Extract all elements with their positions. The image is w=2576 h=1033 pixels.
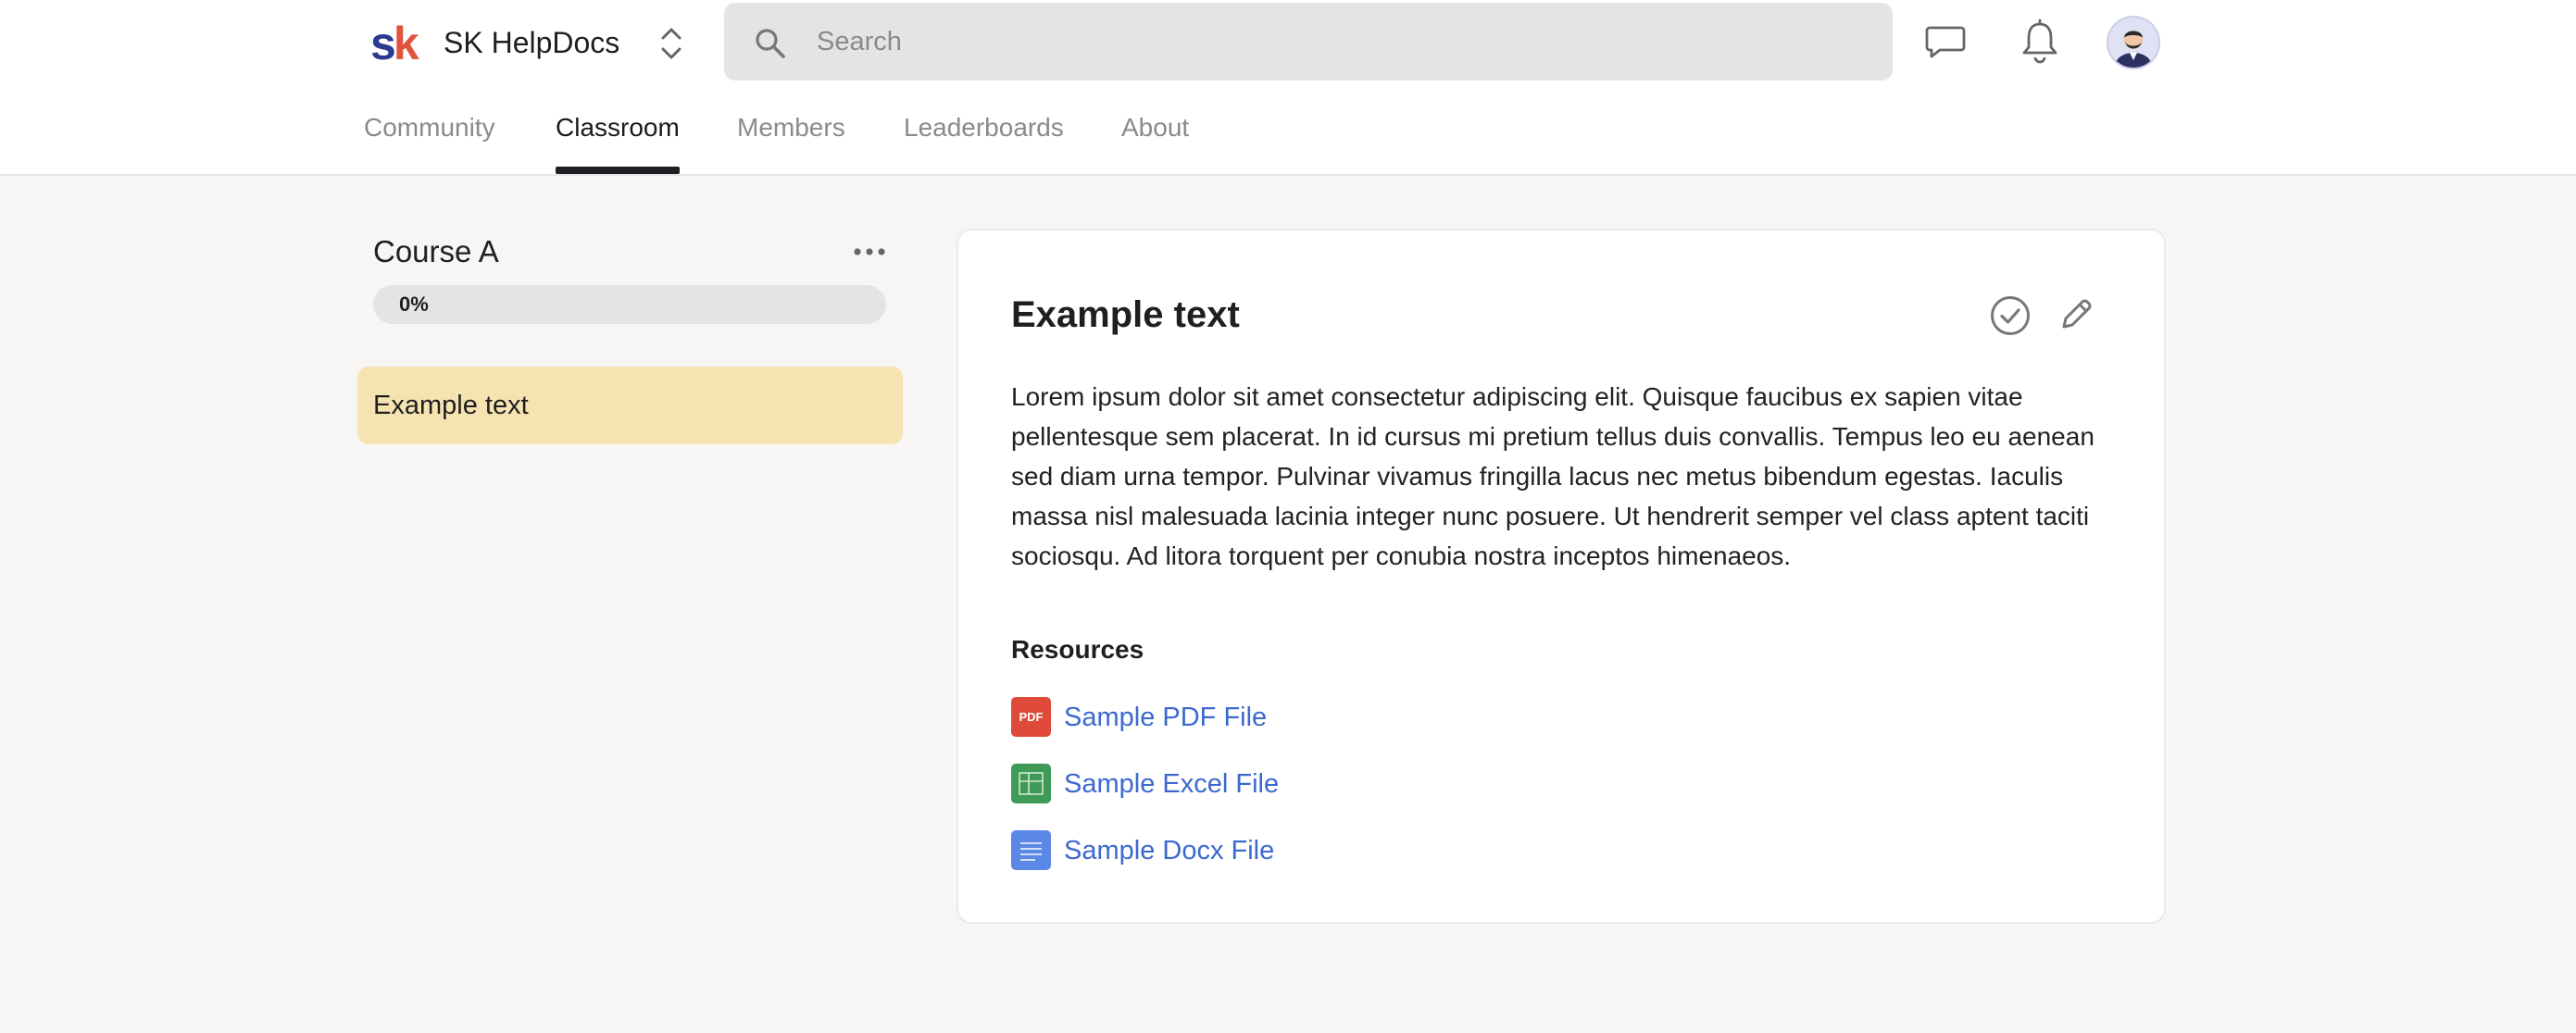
course-progress-bar: 0% (373, 285, 886, 324)
lesson-list-item-label: Example text (373, 391, 529, 420)
community-name[interactable]: SK HelpDocs (444, 24, 619, 61)
resource-link-docx[interactable]: Sample Docx File (1064, 830, 1274, 871)
community-switcher-icon[interactable] (655, 22, 688, 65)
search-bar[interactable] (724, 3, 1893, 81)
search-icon (754, 27, 787, 60)
lesson-card: Example text Lorem ipsum dolor sit amet … (957, 229, 2166, 924)
tab-community[interactable]: Community (364, 93, 495, 174)
resource-excel[interactable]: Sample Excel File (1011, 764, 1307, 804)
mark-complete-icon[interactable] (1989, 294, 2032, 337)
resource-pdf[interactable]: PDF Sample PDF File (1011, 697, 1289, 738)
bell-icon[interactable] (2019, 19, 2061, 65)
pdf-file-icon: PDF (1011, 697, 1051, 737)
tab-leaderboards[interactable]: Leaderboards (904, 93, 1064, 174)
resource-docx[interactable]: Sample Docx File (1011, 830, 1307, 871)
resource-link-pdf[interactable]: Sample PDF File (1064, 697, 1267, 738)
progress-label: 0% (399, 292, 429, 316)
more-options-icon[interactable] (852, 239, 887, 265)
excel-file-icon (1011, 764, 1051, 803)
logo-letter-s: s (370, 18, 396, 69)
tab-members[interactable]: Members (737, 93, 845, 174)
resources-heading: Resources (1011, 635, 1144, 664)
lesson-title: Example text (1011, 294, 1240, 335)
app-logo[interactable]: sk (370, 20, 426, 67)
logo-letter-k: k (393, 18, 419, 69)
edit-pencil-icon[interactable] (2057, 295, 2095, 334)
avatar[interactable] (2107, 16, 2160, 69)
lesson-list-item[interactable]: Example text (357, 367, 903, 444)
tab-about[interactable]: About (1121, 93, 1189, 174)
top-header: sk SK HelpDocs Search Community Classroo… (0, 0, 2576, 176)
docx-file-icon (1011, 830, 1051, 870)
chat-icon[interactable] (1924, 20, 1967, 63)
resource-link-excel[interactable]: Sample Excel File (1064, 764, 1279, 804)
tab-classroom[interactable]: Classroom (556, 93, 680, 174)
search-input[interactable] (817, 16, 1854, 68)
lesson-body-text: Lorem ipsum dolor sit amet consectetur a… (1011, 382, 2095, 570)
course-title: Course A (373, 234, 499, 268)
